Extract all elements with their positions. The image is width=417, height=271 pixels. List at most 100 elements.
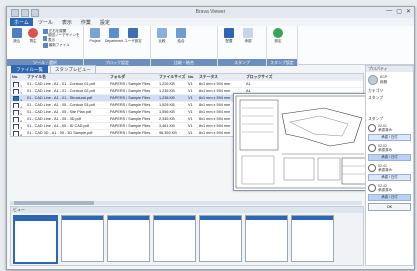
row-checkbox[interactable]: [13, 103, 19, 108]
column-header[interactable]: ファイル名: [26, 74, 109, 80]
thumbnail[interactable]: [199, 215, 242, 262]
ribbon-group-block: Project Department ユーザ設定 ブロック設定: [84, 26, 151, 66]
close-button[interactable]: ✕: [406, 8, 411, 15]
table-cell: V1: [187, 88, 198, 94]
user-settings-label: ユーザ設定: [124, 39, 142, 43]
window-title: Brava Viewer: [195, 9, 226, 15]
thumbnail[interactable]: [291, 215, 334, 262]
ribbon-group-label: スタンプ設定: [267, 59, 297, 66]
column-header[interactable]: ブロックサイズ: [245, 74, 276, 80]
table-cell: 1,528 KB: [158, 102, 187, 108]
stamp-item[interactable]: 02-41 承認済み: [366, 163, 413, 173]
row-checkbox[interactable]: [13, 89, 19, 94]
stamp-item[interactable]: 02-02 承認済み: [366, 143, 413, 153]
cell-rev: V1: [188, 117, 193, 121]
row-checkbox[interactable]: [13, 96, 19, 101]
row-checkbox[interactable]: [13, 131, 19, 136]
department-button[interactable]: Department: [105, 28, 123, 43]
thumbnail[interactable]: [107, 215, 150, 262]
cell-folder: PAPERS / Sample Files: [110, 110, 151, 114]
stamp-bar[interactable]: 承認 / 日付: [368, 194, 411, 201]
table-header-row: No. ファイル名 フォルダ ファイルサイズ No. ステータス ブロックサイズ: [11, 74, 363, 81]
stamp-place-label: 配置: [225, 39, 233, 43]
project-button[interactable]: Project: [87, 28, 103, 43]
merge-button[interactable]: 結合: [173, 28, 189, 44]
replay-button[interactable]: 再生: [26, 28, 39, 44]
cell-size: 2,345 KB: [159, 117, 175, 121]
cell-status: 8x1 mm x 594 mm: [199, 117, 231, 121]
drawing-preview[interactable]: [233, 93, 372, 191]
table-cell: 1,556 KB: [158, 109, 187, 115]
cell-size: 1,528 KB: [159, 103, 175, 107]
menu-tools[interactable]: ツール: [34, 18, 57, 26]
project-icon: [90, 28, 100, 38]
table-scrollbar[interactable]: [10, 201, 362, 205]
cell-size: 3,461 KB: [159, 124, 175, 128]
thumbnail[interactable]: [61, 215, 104, 262]
compare-button[interactable]: 比較: [154, 28, 170, 44]
stamp-radio[interactable]: [368, 144, 376, 152]
stamp-radio[interactable]: [368, 164, 376, 172]
user-settings-icon: [128, 28, 138, 38]
stamp-bar[interactable]: 承認 / 日付: [368, 174, 411, 181]
ok-button[interactable]: OK: [368, 203, 411, 211]
row-checkbox[interactable]: [13, 110, 19, 115]
approve-button[interactable]: 承認: [240, 28, 256, 44]
table-cell: 01 - CAD Line - A1 - 05 - Site Plan.pdf: [26, 109, 109, 115]
cell-status: 8x1 mm x 594 mm: [199, 110, 231, 114]
table-cell: 01 - CAD Line - A1 - 05 - 3D.pdf: [26, 116, 109, 122]
project-label: Project: [89, 39, 101, 43]
cell-rev: V1: [188, 131, 193, 135]
cell-folder: PAPERS / Sample Files: [110, 89, 151, 93]
cell-folder: PAPERS / Sample Files: [110, 82, 151, 86]
latest-file-button[interactable]: 最新ファイル: [42, 42, 80, 48]
table-row[interactable]: 1 01 - CAD Line - A1 - 01 - Contour 01.pd…: [11, 81, 363, 88]
thumbnail[interactable]: [153, 215, 196, 262]
table-cell: 01 - CAD Line - A1 - 05 - ID CAD.pdf: [26, 123, 109, 129]
menu-settings[interactable]: 設定: [96, 18, 114, 26]
category-value[interactable]: スタンプ: [366, 95, 413, 102]
load-button[interactable]: 読込: [10, 28, 23, 44]
stamp-radio[interactable]: [368, 124, 376, 132]
column-header[interactable]: ステータス: [198, 74, 245, 80]
stamp-item[interactable]: 02-42 承認済み: [366, 183, 413, 193]
column-header[interactable]: ファイルサイズ: [158, 74, 187, 80]
stamp-item[interactable]: 02-01 承認済み: [366, 123, 413, 133]
user-settings-button[interactable]: ユーザ設定: [124, 28, 142, 44]
compare-label: 比較: [158, 39, 166, 43]
row-checkbox[interactable]: [13, 117, 19, 122]
cell-no: 5: [20, 113, 23, 115]
approve-icon: [243, 28, 253, 38]
previous-design-button[interactable]: 前回ノーデザインを表示: [42, 33, 80, 42]
scroll-thumb[interactable]: [14, 201, 94, 205]
ribbon-group-label: 比較・結合: [151, 59, 217, 66]
stamp-bar[interactable]: 承認 / 日付: [368, 154, 411, 161]
stamp-radio[interactable]: [368, 184, 376, 192]
stamp-settings-button[interactable]: 設定: [270, 28, 286, 44]
minimize-button[interactable]: —: [386, 8, 392, 15]
table-cell: PAPERS / Sample Files: [109, 130, 158, 136]
menu-view[interactable]: 表示: [58, 18, 76, 26]
file-icon: [42, 42, 48, 48]
thumbnail[interactable]: [245, 215, 288, 262]
maximize-button[interactable]: ▢: [396, 8, 402, 15]
column-header[interactable]: No.: [187, 74, 198, 80]
row-checkbox[interactable]: [13, 124, 19, 129]
user-department: 総務: [380, 80, 388, 84]
cell-rev: V1: [188, 82, 193, 86]
stamp-label: 承認済み: [378, 128, 392, 132]
department-icon: [109, 28, 119, 38]
column-header[interactable]: フォルダ: [109, 74, 158, 80]
table-cell: 8x1 mm x 594 mm: [198, 81, 245, 87]
cell-no: 1: [20, 85, 23, 87]
row-checkbox[interactable]: [13, 82, 19, 87]
stamp-place-button[interactable]: 配置: [221, 28, 237, 44]
menu-work[interactable]: 作業: [77, 18, 95, 26]
menu-home[interactable]: ホーム: [10, 18, 33, 26]
column-header[interactable]: No.: [11, 74, 26, 80]
cell-name: 01 - CAD Line - A1 - 05 - 3D.pdf: [27, 117, 81, 121]
drawing-preview-image: [235, 95, 370, 189]
stamp-bar[interactable]: 承認 / 日付: [368, 134, 411, 141]
design-icon: [42, 35, 47, 41]
thumbnail[interactable]: [13, 215, 58, 264]
